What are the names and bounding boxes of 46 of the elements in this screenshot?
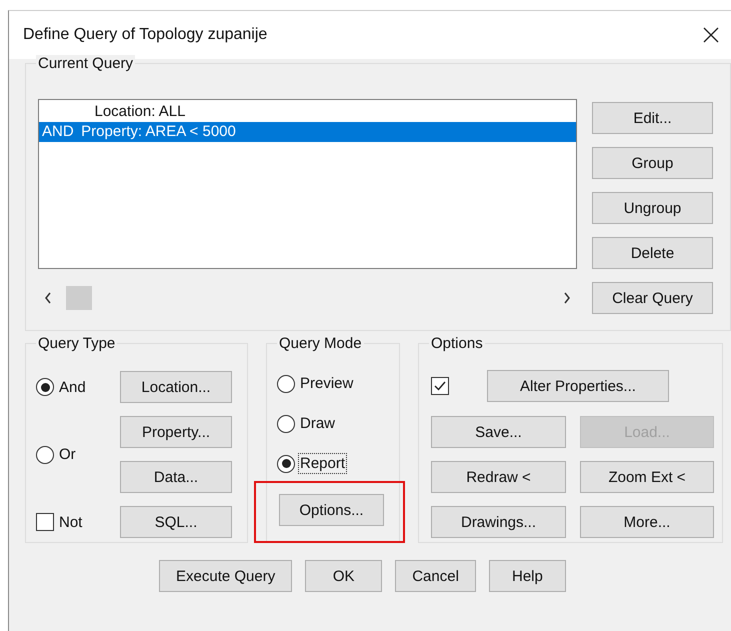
query-list[interactable]: Location: ALL AND Property: AREA < 5000 <box>38 99 577 269</box>
options-action-button[interactable]: Drawings... <box>431 506 566 538</box>
query-type-button[interactable]: SQL... <box>120 506 232 538</box>
radio-button[interactable] <box>277 454 295 472</box>
close-icon[interactable] <box>703 27 719 43</box>
radio-button[interactable] <box>277 414 295 432</box>
radio-button[interactable] <box>36 378 54 396</box>
scroll-left-icon[interactable] <box>44 292 52 304</box>
query-action-button[interactable]: Ungroup <box>592 192 713 224</box>
scroll-thumb[interactable] <box>66 286 92 310</box>
radio-label[interactable]: Report <box>299 454 346 473</box>
query-action-button[interactable]: Clear Query <box>592 282 713 314</box>
radio-button[interactable] <box>36 446 54 464</box>
window-title: Define Query of Topology zupanije <box>23 26 268 44</box>
group-label: Query Mode <box>277 335 364 352</box>
options-action-button[interactable]: Zoom Ext < <box>580 461 714 493</box>
query-action-button[interactable]: Group <box>592 147 713 179</box>
group-label: Options <box>429 335 485 352</box>
checkbox-label[interactable]: Not <box>58 512 84 532</box>
options-action-button[interactable]: Redraw < <box>431 461 566 493</box>
checkbox[interactable] <box>36 513 54 531</box>
dialog-button[interactable]: OK <box>305 560 382 592</box>
query-row[interactable]: AND Property: AREA < 5000 <box>39 122 576 142</box>
query-type-button[interactable]: Data... <box>120 461 232 493</box>
options-button[interactable]: Options... <box>279 494 384 526</box>
group-label: Query Type <box>36 335 118 352</box>
query-row[interactable]: Location: ALL <box>39 102 576 122</box>
group-label: Current Query <box>36 55 136 72</box>
options-action-button[interactable]: Save... <box>431 416 566 448</box>
query-action-button[interactable]: Edit... <box>592 102 713 134</box>
radio-button[interactable] <box>277 374 295 392</box>
radio-label[interactable]: Draw <box>299 414 336 433</box>
query-type-button[interactable]: Location... <box>120 371 232 403</box>
query-type-button[interactable]: Property... <box>120 416 232 448</box>
radio-label[interactable]: Preview <box>299 374 354 393</box>
query-action-button[interactable]: Delete <box>592 237 713 269</box>
checkmark-icon <box>433 379 447 393</box>
dialog-button[interactable]: Execute Query <box>159 560 292 592</box>
dialog-button[interactable]: Cancel <box>395 560 476 592</box>
alter-properties-button[interactable]: Alter Properties... <box>487 370 669 402</box>
radio-label[interactable]: Or <box>58 445 77 464</box>
dialog-button[interactable]: Help <box>488 560 566 592</box>
radio-label[interactable]: And <box>58 378 87 396</box>
scroll-right-icon[interactable] <box>563 292 571 304</box>
options-action-button[interactable]: More... <box>580 506 714 538</box>
checkbox[interactable] <box>431 377 449 395</box>
